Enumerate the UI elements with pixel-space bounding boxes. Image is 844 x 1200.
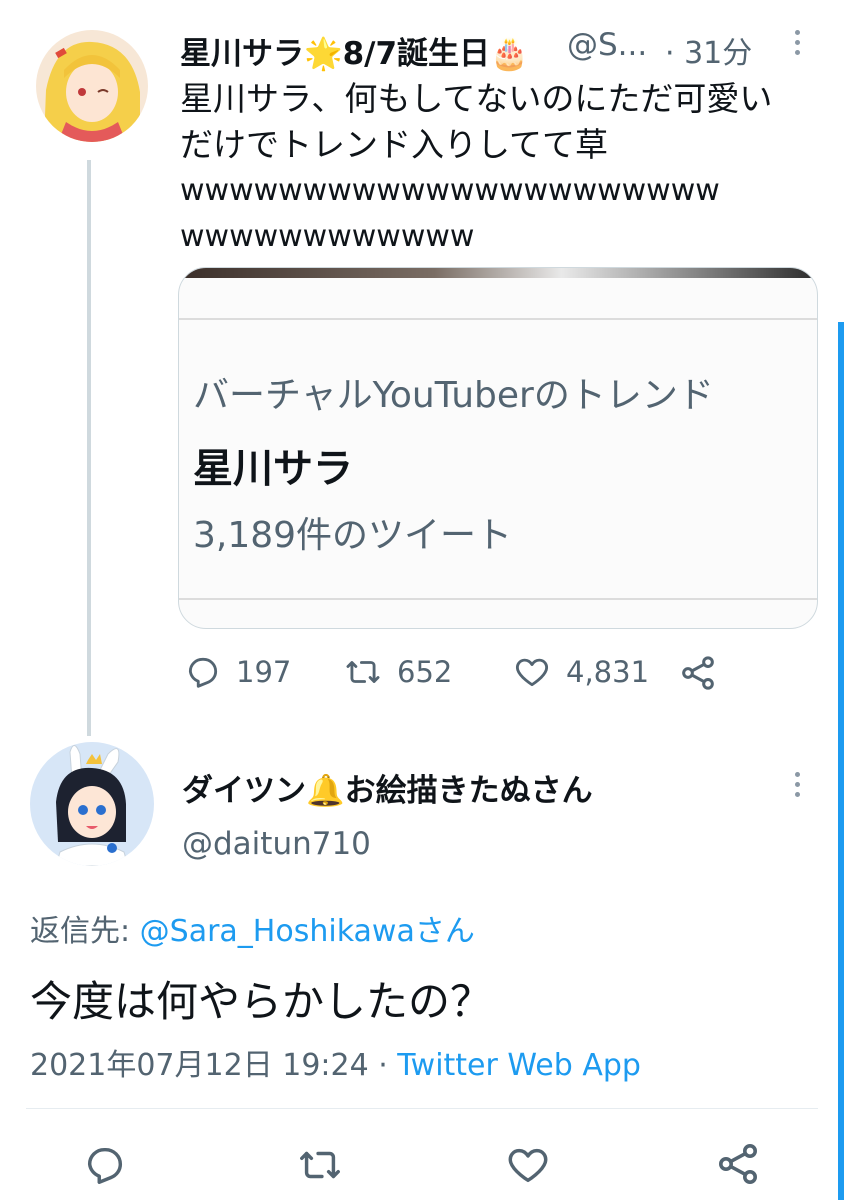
timestamp-relative[interactable]: · 31分 [665, 28, 752, 72]
retweet-button[interactable]: 652 [343, 653, 452, 691]
handle[interactable]: @daitun710 [182, 826, 371, 862]
more-icon[interactable] [792, 30, 802, 55]
reply-button[interactable]: 197 [184, 653, 291, 691]
reply-count: 197 [236, 655, 292, 689]
share-button[interactable] [678, 653, 718, 693]
retweet-icon [346, 661, 380, 683]
share-icon [719, 1144, 757, 1184]
more-icon[interactable] [792, 772, 802, 797]
display-name[interactable]: 星川サラ🌟8/7誕生日🎂 [180, 28, 529, 73]
trend-category: バーチャルYouTuberのトレンド [193, 375, 714, 416]
reply-button[interactable] [82, 1142, 128, 1192]
divider [26, 1108, 818, 1109]
like-button[interactable] [504, 1142, 552, 1192]
reply-icon [87, 1147, 123, 1184]
avatar-sara[interactable] [36, 30, 148, 142]
trend-tweet-count: 3,189件のツイート [193, 515, 513, 556]
card-rule-bottom [179, 598, 817, 600]
card-image-strip [179, 268, 817, 278]
tweet-text-line-4: wwwwwwwwwwww [180, 219, 475, 254]
trend-name: 星川サラ [193, 446, 353, 492]
tweet-text-line-1: 星川サラ、何もしてないのにただ可愛い [180, 79, 773, 118]
retweet-button[interactable] [296, 1142, 344, 1192]
reply-to-link[interactable]: @Sara_Hoshikawaさん [140, 914, 475, 949]
handle[interactable]: @S... [567, 27, 647, 63]
retweet-count: 652 [397, 655, 453, 689]
tweet-timestamp[interactable]: 2021年07月12日 19:24 · [30, 1048, 397, 1083]
like-count: 4,831 [566, 655, 650, 689]
avatar-daitun[interactable] [30, 742, 154, 866]
trend-screenshot-card[interactable]: バーチャルYouTuberのトレンド 星川サラ 3,189件のツイート [178, 267, 818, 629]
reply-icon [188, 657, 218, 688]
tweet-text-line-2: だけでトレンド入りしてて草 [180, 125, 609, 164]
reply-prefix: 返信先: [30, 914, 140, 949]
share-button[interactable] [714, 1140, 762, 1192]
share-icon [682, 656, 714, 690]
retweet-icon [300, 1151, 340, 1179]
tweet-text: 今度は何やらかしたの？ [30, 977, 493, 1026]
like-button[interactable]: 4,831 [512, 653, 649, 691]
heart-icon [515, 658, 549, 687]
thread-connector-line [87, 160, 91, 736]
scroll-indicator[interactable] [838, 322, 844, 1200]
display-name[interactable]: ダイツン🔔お絵描きたぬさん [182, 765, 593, 810]
card-rule-top [179, 318, 817, 320]
reply-context: 返信先: @Sara_Hoshikawaさん [30, 906, 475, 950]
heart-icon [508, 1148, 548, 1183]
tweet-meta: 2021年07月12日 19:24 · Twitter Web App [30, 1040, 641, 1084]
tweet-text-line-3: wwwwwwwwwwwwwwwwwwwwww [180, 173, 720, 208]
tweet-source-link[interactable]: Twitter Web App [397, 1048, 641, 1083]
